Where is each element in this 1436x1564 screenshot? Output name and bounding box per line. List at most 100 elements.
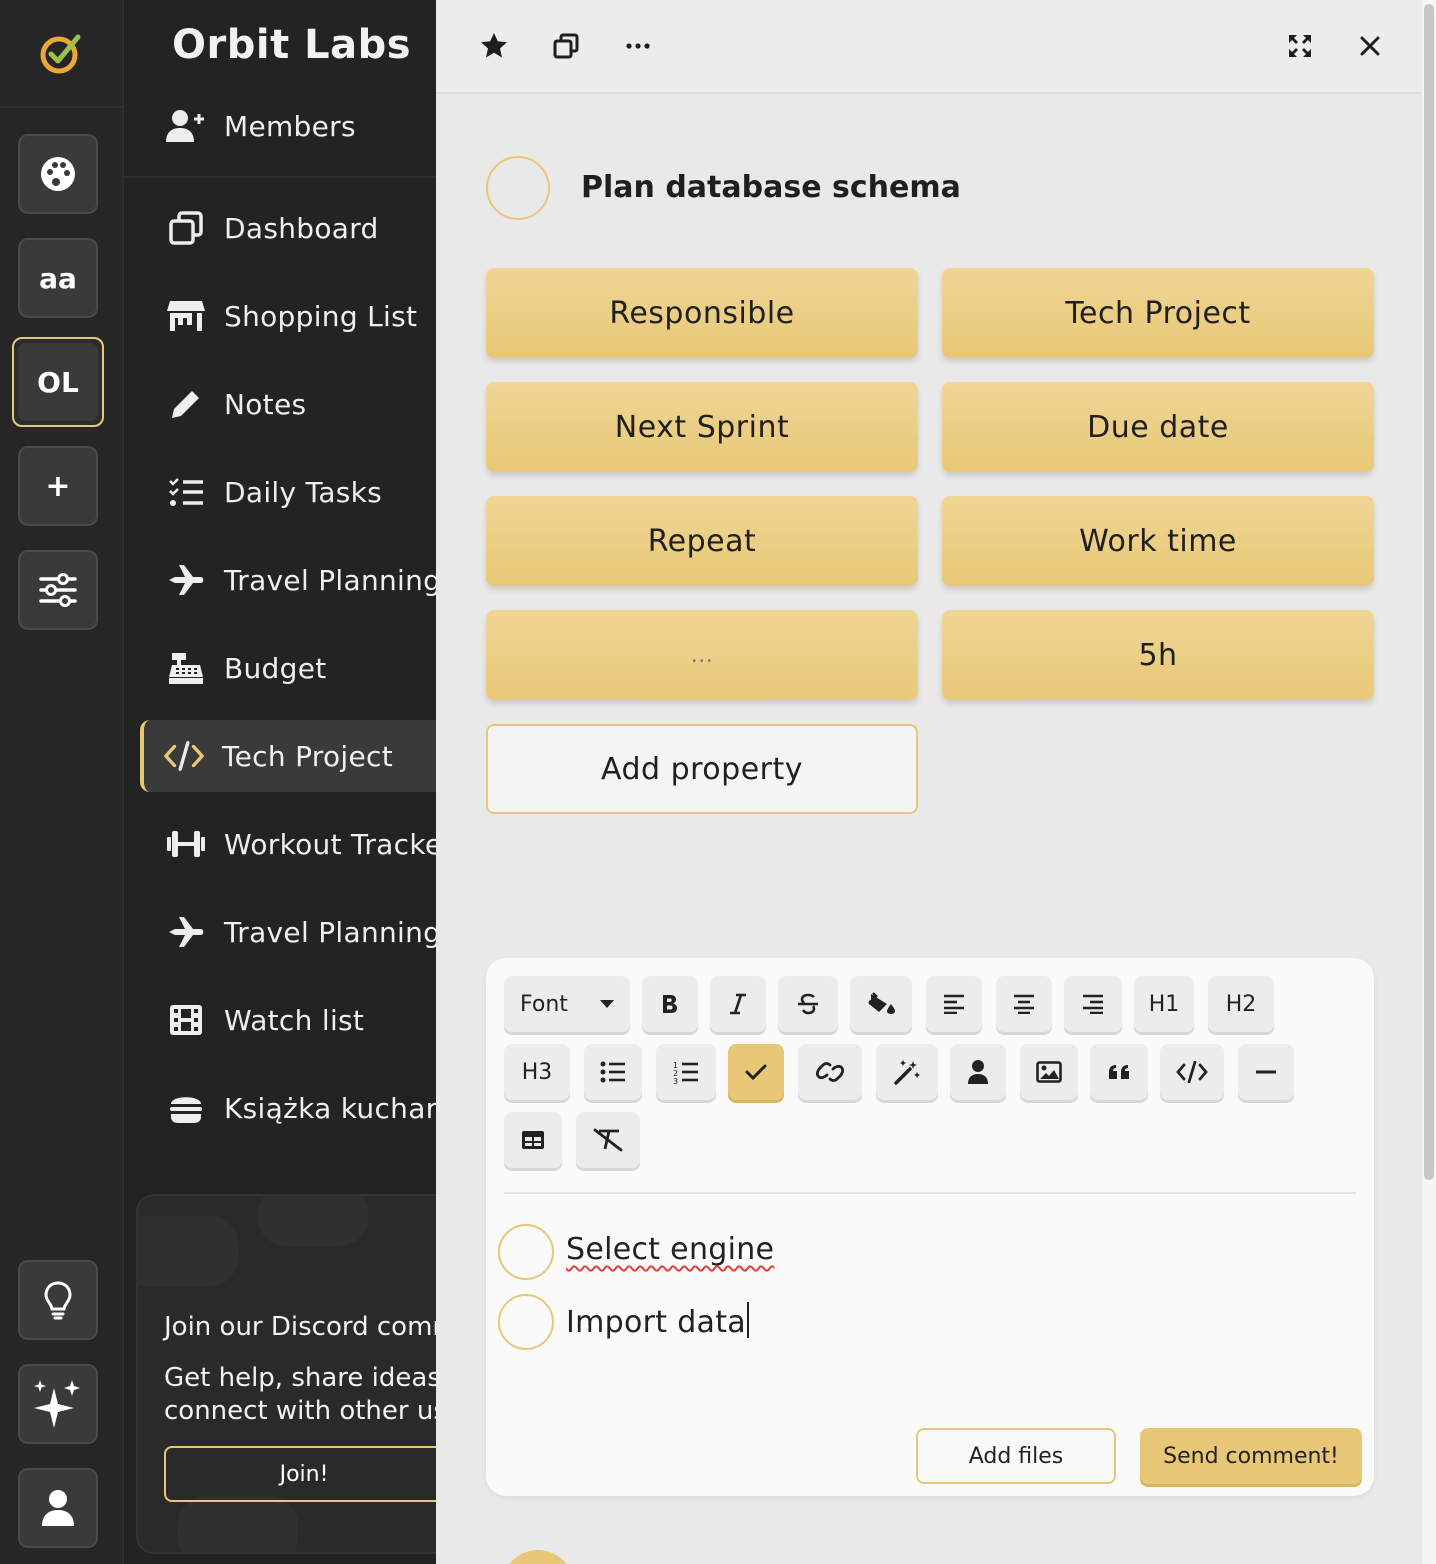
sidebar-item-members[interactable]: Members (140, 90, 436, 162)
ordered-list-button[interactable]: 123 (656, 1044, 716, 1100)
property-project[interactable]: Tech Project (942, 268, 1374, 358)
sidebar-item-daily-tasks[interactable]: Daily Tasks (140, 456, 436, 528)
heading-1-button[interactable]: H1 (1134, 976, 1194, 1032)
chat-bubble-decoration (178, 1496, 298, 1552)
task-complete-checkbox[interactable] (486, 156, 550, 220)
sidebar-item-label: Watch list (224, 1003, 365, 1037)
user-icon (968, 1060, 988, 1084)
scrollbar-thumb[interactable] (1424, 4, 1434, 1180)
check-icon (745, 1064, 767, 1081)
heading-3-button[interactable]: H3 (504, 1044, 570, 1100)
align-right-button[interactable] (1064, 976, 1122, 1032)
property-responsible[interactable]: Responsible (486, 268, 918, 358)
add-files-button[interactable]: Add files (916, 1428, 1116, 1484)
sidebar-item-label: Shopping List (224, 299, 418, 333)
sidebar-item-travel-planning[interactable]: Travel Planning (140, 544, 436, 616)
checklist-item-text[interactable]: Import data (566, 1302, 749, 1340)
align-left-button[interactable] (926, 976, 982, 1032)
checklist-item-text[interactable]: Select engine (566, 1232, 774, 1267)
sidebar-item-label: Travel Planning (224, 915, 436, 949)
plane-icon (166, 912, 206, 952)
store-icon (166, 296, 206, 336)
property-sprint[interactable]: Next Sprint (486, 382, 918, 472)
property-repeat-value[interactable]: ... (486, 610, 918, 700)
scrollbar[interactable] (1422, 0, 1436, 1564)
sidebar-item-label: Tech Project (222, 739, 394, 773)
horizontal-rule-button[interactable] (1238, 1044, 1294, 1100)
discord-title: Join our Discord community (164, 1312, 436, 1342)
windows-icon (166, 208, 206, 248)
palette-icon (41, 157, 75, 191)
fill-color-button[interactable] (850, 976, 912, 1032)
checklist-item-label: Select engine (566, 1232, 775, 1267)
close-icon[interactable] (1350, 26, 1390, 66)
font-select[interactable]: Font (504, 976, 630, 1032)
sidebar-item-label: Travel Planning (224, 563, 436, 597)
checklist-button[interactable] (728, 1044, 784, 1100)
sidebar-item-ksiazka-kucharska[interactable]: Książka kucharska (140, 1072, 436, 1144)
sidebar-item-notes[interactable]: Notes (140, 368, 436, 440)
quote-icon (1109, 1065, 1129, 1079)
add-workspace-button[interactable]: + (18, 446, 98, 526)
sidebar-item-dashboard[interactable]: Dashboard (140, 192, 436, 264)
sidebar-item-shopping-list[interactable]: Shopping List (140, 280, 436, 352)
mention-button[interactable] (950, 1044, 1006, 1100)
join-discord-button[interactable]: Join! (164, 1446, 436, 1502)
settings-button[interactable] (18, 550, 98, 630)
window-restore-icon[interactable] (546, 26, 586, 66)
bold-icon (663, 995, 677, 1013)
checklist-item-checkbox[interactable] (498, 1294, 554, 1350)
align-left-icon (944, 994, 964, 1014)
quote-button[interactable] (1090, 1044, 1148, 1100)
sidebar-item-tech-project[interactable]: Tech Project (140, 720, 436, 792)
align-center-button[interactable] (996, 976, 1052, 1032)
image-button[interactable] (1020, 1044, 1078, 1100)
strikethrough-icon (798, 993, 818, 1015)
tips-button[interactable] (18, 1260, 98, 1340)
link-button[interactable] (798, 1044, 862, 1100)
logo-icon (40, 34, 81, 74)
property-due-date[interactable]: Due date (942, 382, 1374, 472)
clear-format-button[interactable] (576, 1112, 640, 1168)
burger-icon (166, 1088, 206, 1128)
workspace-ol-button[interactable]: OL (12, 337, 104, 427)
profile-button[interactable] (18, 1468, 98, 1548)
sidebar-item-label: Daily Tasks (224, 475, 383, 509)
code-icon (1176, 1061, 1208, 1083)
text-caret (746, 1302, 749, 1338)
bullet-list-button[interactable] (584, 1044, 642, 1100)
property-work-time[interactable]: Work time (942, 496, 1374, 586)
add-property-button[interactable]: Add property (486, 724, 918, 814)
property-work-time-value[interactable]: 5h (942, 610, 1374, 700)
property-repeat[interactable]: Repeat (486, 496, 918, 586)
send-comment-button[interactable]: Send comment! (1140, 1428, 1362, 1484)
magic-button[interactable] (876, 1044, 938, 1100)
strikethrough-button[interactable] (778, 976, 838, 1032)
workspace-palette-button[interactable] (18, 134, 98, 214)
sidebar-item-workout-tracker[interactable]: Workout Tracker (140, 808, 436, 880)
task-title[interactable]: Plan database schema (581, 170, 961, 205)
italic-button[interactable] (710, 976, 766, 1032)
app-logo[interactable] (0, 0, 122, 108)
table-button[interactable] (504, 1112, 562, 1168)
workspace-rail: aa OL + (0, 0, 124, 1564)
sidebar-item-travel-planning-2[interactable]: Travel Planning (140, 896, 436, 968)
sidebar-item-watch-list[interactable]: Watch list (140, 984, 436, 1056)
ellipsis-icon[interactable] (618, 26, 658, 66)
checklist-item-checkbox[interactable] (498, 1224, 554, 1280)
workspace-ol-label: OL (37, 365, 79, 399)
list-ul-icon (600, 1061, 625, 1083)
heading-2-button[interactable]: H2 (1208, 976, 1274, 1032)
code-button[interactable] (1160, 1044, 1224, 1100)
ai-button[interactable] (18, 1364, 98, 1444)
workspace-aa-button[interactable]: aa (18, 238, 98, 318)
editor-divider (504, 1192, 1356, 1194)
task-detail-panel: Plan database schema Responsible Tech Pr… (436, 0, 1422, 1564)
sidebar-item-budget[interactable]: Budget (140, 632, 436, 704)
panel-toolbar (436, 0, 1422, 94)
bold-button[interactable] (642, 976, 698, 1032)
sidebar-item-label: Dashboard (224, 211, 379, 245)
discord-text: Get help, share ideas and connect with o… (164, 1363, 436, 1426)
expand-icon[interactable] (1280, 26, 1320, 66)
star-icon[interactable] (474, 26, 514, 66)
